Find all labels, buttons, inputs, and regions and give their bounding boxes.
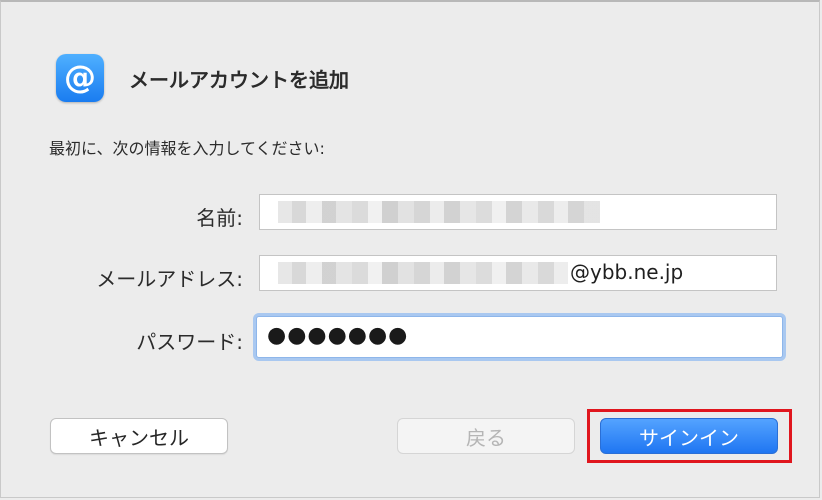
at-sign-icon: @ — [56, 54, 104, 102]
name-label: 名前: — [196, 206, 243, 230]
back-button[interactable]: 戻る — [397, 418, 575, 454]
password-field[interactable]: ●●●●●●● — [256, 316, 783, 358]
cancel-button[interactable]: キャンセル — [50, 418, 228, 454]
dialog-title: メールアカウントを追加 — [129, 68, 349, 92]
at-sign-glyph: @ — [64, 58, 96, 96]
password-masked-value: ●●●●●●● — [267, 323, 409, 348]
signin-button[interactable]: サインイン — [600, 418, 778, 454]
email-field[interactable]: @ybb.ne.jp — [259, 255, 777, 291]
name-field[interactable] — [259, 194, 777, 230]
intro-text: 最初に、次の情報を入力してください: — [49, 139, 325, 158]
redacted-name — [278, 201, 600, 223]
email-label: メールアドレス: — [96, 267, 243, 291]
email-domain: @ybb.ne.jp — [570, 260, 684, 284]
password-label: パスワード: — [136, 330, 243, 354]
redacted-email-local-part — [278, 262, 568, 284]
add-mail-account-dialog: @ メールアカウントを追加 最初に、次の情報を入力してください: 名前: メール… — [0, 0, 820, 498]
